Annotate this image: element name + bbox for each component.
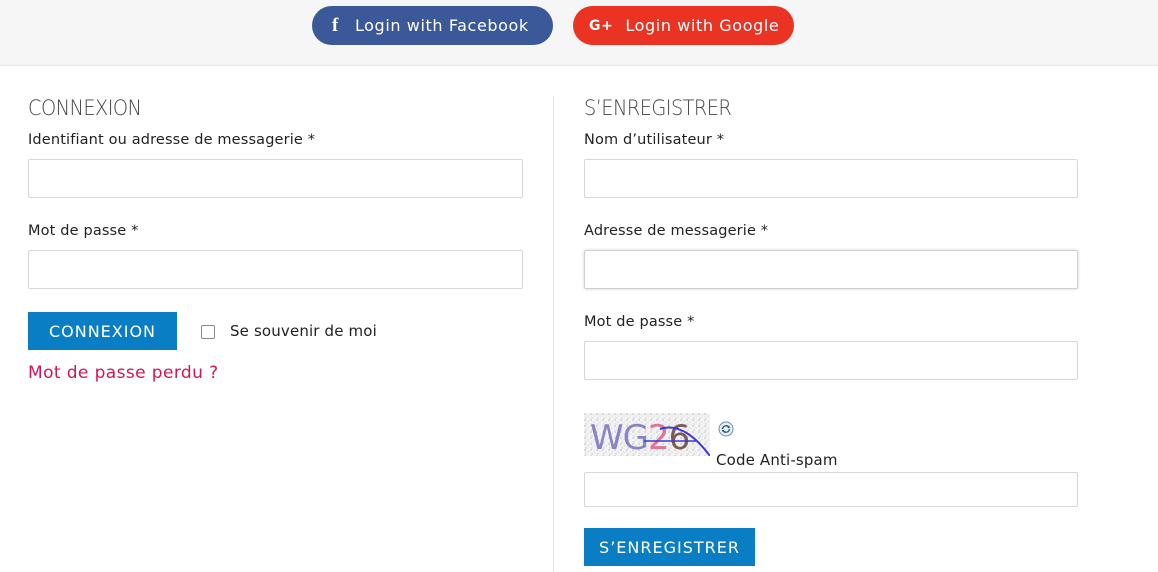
login-password-field[interactable] xyxy=(28,250,523,289)
register-password-input[interactable] xyxy=(585,342,1077,379)
captcha-char: W xyxy=(590,418,623,456)
captcha-char: 2 xyxy=(648,418,669,456)
captcha-char: 6 xyxy=(669,418,690,456)
login-title: CONNEXION xyxy=(28,96,142,120)
register-email-label: Adresse de messagerie * xyxy=(584,223,769,239)
register-title: S’ENREGISTRER xyxy=(584,96,732,120)
register-email-input[interactable] xyxy=(585,251,1077,288)
facebook-icon: f xyxy=(332,14,339,36)
google-login-label: Login with Google xyxy=(625,16,780,35)
register-username-field[interactable] xyxy=(584,159,1078,198)
column-divider xyxy=(553,96,554,572)
captcha-refresh-icon[interactable] xyxy=(718,421,734,437)
google-plus-icon: G+ xyxy=(589,17,614,34)
lost-password-link[interactable]: Mot de passe perdu ? xyxy=(28,363,219,383)
google-login-button[interactable]: G+ Login with Google xyxy=(573,6,794,45)
register-username-label: Nom d’utilisateur * xyxy=(584,132,725,148)
login-username-input[interactable] xyxy=(29,160,522,197)
facebook-login-label: Login with Facebook xyxy=(354,16,529,35)
login-password-label: Mot de passe * xyxy=(28,223,139,239)
captcha-field[interactable] xyxy=(584,472,1078,507)
facebook-login-button[interactable]: f Login with Facebook xyxy=(312,6,553,45)
login-username-label: Identifiant ou adresse de messagerie * xyxy=(28,132,316,148)
register-username-input[interactable] xyxy=(585,160,1077,197)
social-login-bar: f Login with Facebook G+ Login with Goog… xyxy=(0,0,1158,66)
register-email-field[interactable] xyxy=(584,250,1078,289)
captcha-char: G xyxy=(623,418,648,456)
register-password-label: Mot de passe * xyxy=(584,314,695,330)
register-submit-button[interactable]: S’ENREGISTRER xyxy=(584,528,755,566)
captcha-image: WG26 xyxy=(584,413,710,456)
captcha-input[interactable] xyxy=(585,473,1077,506)
remember-me-label[interactable]: Se souvenir de moi xyxy=(230,322,377,340)
remember-me-checkbox[interactable] xyxy=(201,325,215,339)
login-password-input[interactable] xyxy=(29,251,522,288)
login-submit-button[interactable]: CONNEXION xyxy=(28,312,177,350)
captcha-label: Code Anti-spam xyxy=(716,451,838,469)
register-password-field[interactable] xyxy=(584,341,1078,380)
captcha-text-graphic: WG26 xyxy=(590,418,689,456)
login-username-field[interactable] xyxy=(28,159,523,198)
